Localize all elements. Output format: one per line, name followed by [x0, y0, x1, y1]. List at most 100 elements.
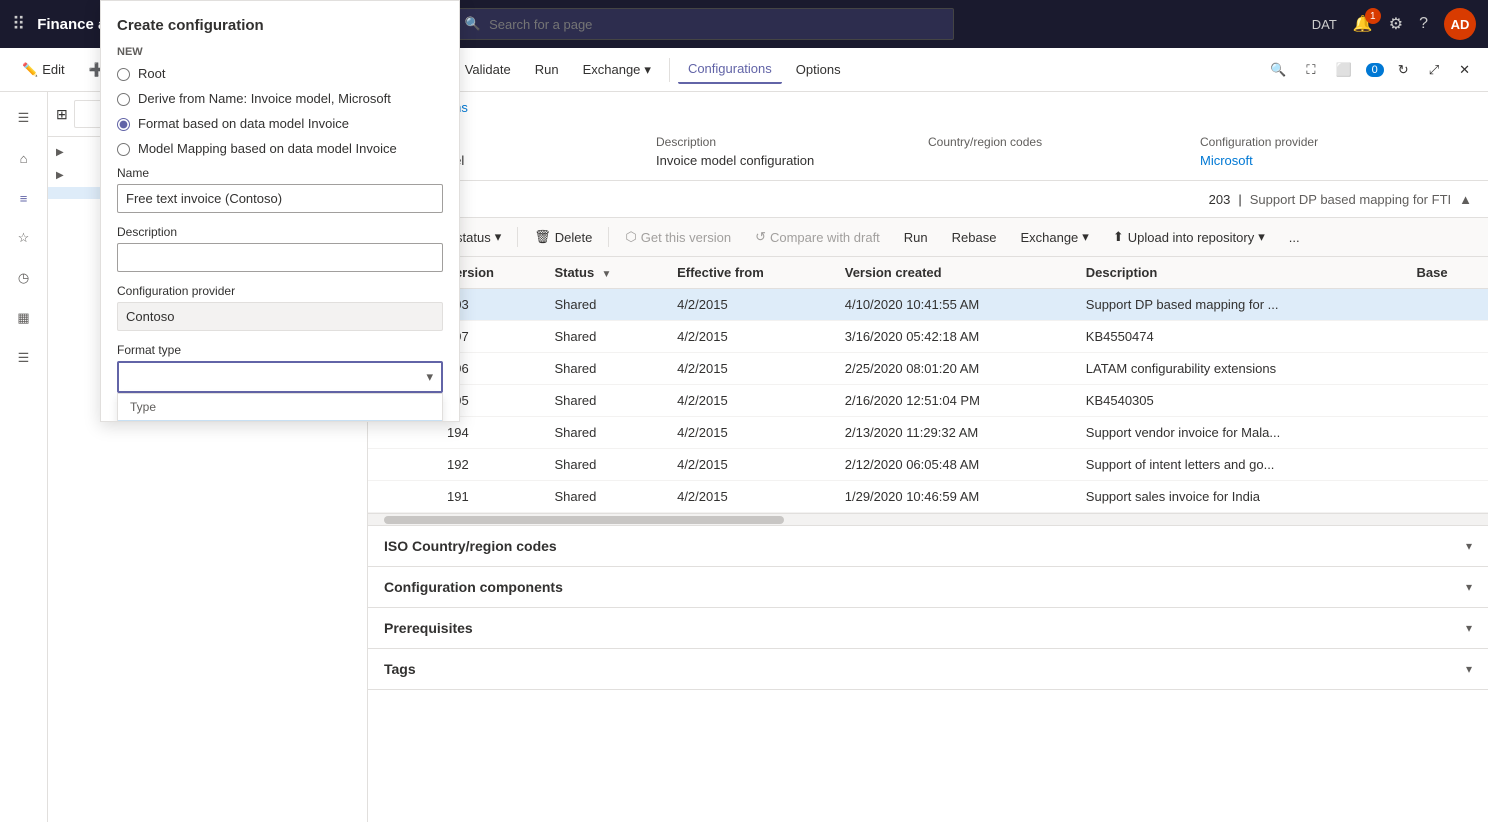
name-input[interactable]: [117, 184, 443, 213]
exchange-chevron-icon: ▾: [644, 62, 651, 78]
left-menu-icon[interactable]: ☰: [6, 340, 42, 376]
main-layout: ☰ ⌂ ≡ ☆ ◷ ▦ ☰ ⊞ ▶ ▶ Create configura: [0, 92, 1488, 822]
config-header-row: Name Invoice model Description Invoice m…: [384, 135, 1472, 168]
upload-chevron-icon: ▾: [1258, 229, 1265, 245]
notification-bell[interactable]: 🔔 1: [1353, 14, 1373, 34]
change-status-chevron: ▾: [495, 229, 502, 245]
th-status[interactable]: Status ▼: [542, 257, 665, 289]
format-type-dropdown: Type Excel JSON PDF Text Word XML: [117, 393, 443, 422]
iso-collapse-icon: ▾: [1466, 539, 1472, 553]
maximize-icon[interactable]: ⤢: [1423, 56, 1445, 84]
table-row[interactable]: 197 Shared 4/2/2015 3/16/2020 05:42:18 A…: [368, 321, 1488, 353]
iso-header[interactable]: ISO Country/region codes ▾: [368, 526, 1488, 566]
th-version-created[interactable]: Version created: [833, 257, 1074, 289]
close-icon[interactable]: ✕: [1453, 56, 1476, 84]
get-version-button[interactable]: ⬡ Get this version: [617, 224, 739, 250]
components-header[interactable]: Configuration components ▾: [368, 567, 1488, 607]
table-row[interactable]: 195 Shared 4/2/2015 2/16/2020 12:51:04 P…: [368, 385, 1488, 417]
dropdown-type-header: Type: [118, 394, 442, 420]
left-clock-icon[interactable]: ◷: [6, 260, 42, 296]
help-icon[interactable]: ?: [1419, 15, 1428, 33]
apps-grid-icon[interactable]: ⠿: [12, 14, 25, 35]
radio-derive[interactable]: Derive from Name: Invoice model, Microso…: [117, 91, 443, 106]
search-input[interactable]: [489, 17, 943, 32]
config-header: Name Invoice model Description Invoice m…: [368, 123, 1488, 181]
versions-run-button[interactable]: Run: [896, 225, 936, 250]
versions-collapse-icon[interactable]: ▲: [1459, 192, 1472, 207]
toolbar-search-icon[interactable]: 🔍: [1264, 56, 1292, 84]
chevron-down-icon[interactable]: ▾: [418, 363, 441, 391]
config-provider-col: Configuration provider Microsoft: [1200, 135, 1472, 168]
provider-value: Contoso: [117, 302, 443, 331]
top-nav-right: DAT 🔔 1 ⚙ ? AD: [1312, 8, 1476, 40]
refresh-icon[interactable]: ↻: [1392, 56, 1415, 84]
breadcrumb: Configurations: [368, 92, 1488, 123]
configurations-tab[interactable]: Configurations: [678, 55, 782, 84]
left-hamburger-icon[interactable]: ☰: [6, 100, 42, 136]
config-country-col: Country/region codes: [928, 135, 1200, 168]
tags-header[interactable]: Tags ▾: [368, 649, 1488, 689]
radio-format-model[interactable]: Format based on data model Invoice: [117, 116, 443, 131]
config-desc-value: Invoice model configuration: [656, 153, 912, 168]
versions-table-header-row: R... Version Status ▼ Effective from Ver…: [368, 257, 1488, 289]
panel-icon[interactable]: ⬜: [1329, 56, 1357, 84]
prerequisites-header[interactable]: Prerequisites ▾: [368, 608, 1488, 648]
th-base[interactable]: Base: [1405, 257, 1488, 289]
more-button[interactable]: ...: [1281, 225, 1308, 250]
config-provider-value[interactable]: Microsoft: [1200, 153, 1456, 168]
description-input[interactable]: [117, 243, 443, 272]
table-row[interactable]: 191 Shared 4/2/2015 1/29/2020 10:46:59 A…: [368, 481, 1488, 513]
options-tab[interactable]: Options: [786, 56, 851, 83]
versions-exchange-button[interactable]: Exchange ▾: [1012, 224, 1096, 250]
search-icon: 🔍: [465, 16, 481, 32]
exchange-v-chevron: ▾: [1082, 229, 1089, 245]
versions-section: Versions 203 | Support DP based mapping …: [368, 181, 1488, 526]
rebase-button[interactable]: Rebase: [944, 225, 1005, 250]
radio-root[interactable]: Root: [117, 66, 443, 81]
table-row[interactable]: 196 Shared 4/2/2015 2/25/2020 08:01:20 A…: [368, 353, 1488, 385]
left-home-icon[interactable]: ⌂: [6, 140, 42, 176]
name-field: Name: [117, 166, 443, 213]
settings-icon[interactable]: ⚙: [1389, 14, 1403, 34]
left-list-icon[interactable]: ≡: [6, 180, 42, 216]
edit-button[interactable]: ✏️ Edit: [12, 56, 75, 84]
left-icon-bar: ☰ ⌂ ≡ ☆ ◷ ▦ ☰: [0, 92, 48, 822]
toolbar-right: 🔍 ⛶ ⬜ 0 ↻ ⤢ ✕: [1264, 56, 1476, 84]
upload-repository-button[interactable]: ⬆ Upload into repository ▾: [1105, 224, 1273, 250]
components-collapse-icon: ▾: [1466, 580, 1472, 594]
compare-draft-button[interactable]: ↺ Compare with draft: [747, 224, 888, 250]
search-bar[interactable]: 🔍: [454, 8, 954, 40]
left-star-icon[interactable]: ☆: [6, 220, 42, 256]
table-row[interactable]: 203 Shared 4/2/2015 4/10/2020 10:41:55 A…: [368, 289, 1488, 321]
upload-icon: ⬆: [1113, 229, 1124, 245]
chevron-right-icon-2: ▶: [56, 170, 64, 181]
th-description[interactable]: Description: [1074, 257, 1405, 289]
avatar[interactable]: AD: [1444, 8, 1476, 40]
versions-delete-button[interactable]: 🗑 Delete: [526, 224, 600, 250]
validate-button[interactable]: Validate: [455, 56, 521, 83]
filter-icon[interactable]: ⊞: [56, 106, 68, 123]
versions-toolbar: ↻ Change status ▾ 🗑 Delete ⬡ Get this ve…: [368, 218, 1488, 257]
counter-badge: 0: [1366, 63, 1384, 77]
exchange-button[interactable]: Exchange ▾: [573, 56, 661, 84]
iso-section: ISO Country/region codes ▾: [368, 526, 1488, 567]
table-row[interactable]: 192 Shared 4/2/2015 2/12/2020 06:05:48 A…: [368, 449, 1488, 481]
th-effective-from[interactable]: Effective from: [665, 257, 833, 289]
format-type-field: Format type ▾ Type Excel JSON PDF Text W…: [117, 343, 443, 393]
new-section-label: New: [117, 46, 443, 58]
dropdown-item-excel[interactable]: Excel: [118, 420, 442, 422]
description-field: Description: [117, 225, 443, 272]
tags-section: Tags ▾: [368, 649, 1488, 690]
versions-table-head: R... Version Status ▼ Effective from Ver…: [368, 257, 1488, 289]
fullscreen-icon[interactable]: ⛶: [1300, 56, 1321, 84]
left-grid-icon[interactable]: ▦: [6, 300, 42, 336]
scrollbar-thumb[interactable]: [384, 516, 784, 524]
main-content: Configurations Name Invoice model Descri…: [368, 92, 1488, 822]
table-row[interactable]: 194 Shared 4/2/2015 2/13/2020 11:29:32 A…: [368, 417, 1488, 449]
format-type-input[interactable]: [119, 364, 418, 391]
versions-info: 203 | Support DP based mapping for FTI ▲: [1209, 192, 1472, 207]
run-button[interactable]: Run: [525, 56, 569, 83]
horizontal-scrollbar[interactable]: [368, 513, 1488, 525]
format-type-input-row[interactable]: ▾: [117, 361, 443, 393]
radio-model-mapping[interactable]: Model Mapping based on data model Invoic…: [117, 141, 443, 156]
